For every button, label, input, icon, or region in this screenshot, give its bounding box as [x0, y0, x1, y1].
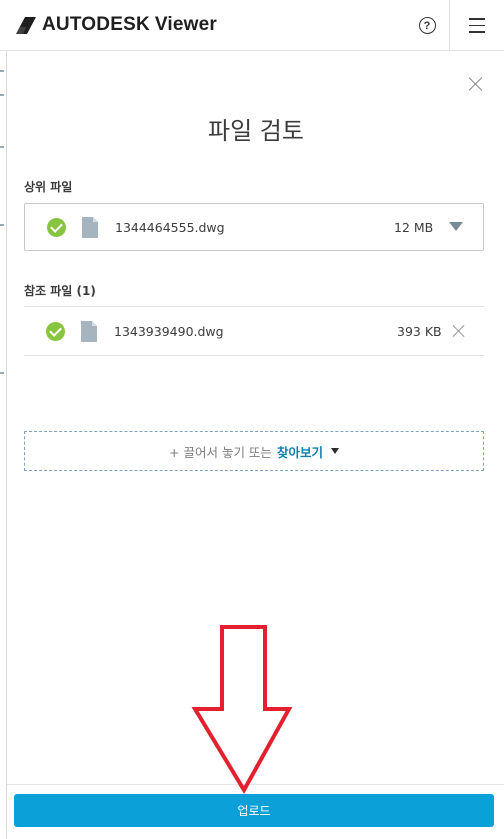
hamburger-icon — [469, 18, 485, 20]
help-button[interactable]: ? — [405, 0, 449, 51]
browse-link[interactable]: 찾아보기 — [277, 442, 323, 461]
close-icon[interactable] — [467, 75, 485, 93]
footer-divider — [7, 784, 504, 785]
parent-file-label: 상위 파일 — [24, 180, 73, 194]
menu-button[interactable] — [450, 0, 504, 51]
file-dropzone[interactable]: + 끌어서 놓기 또는 찾아보기 — [24, 431, 484, 471]
autodesk-logo: AUTODESK Viewer — [16, 14, 217, 36]
reference-file-row: 1343939490.dwg 393 KB — [24, 306, 484, 356]
autodesk-logo-mark-icon — [16, 16, 36, 34]
reference-file-name: 1343939490.dwg — [114, 323, 224, 339]
document-icon — [81, 320, 97, 342]
caret-down-icon[interactable] — [330, 448, 339, 454]
parent-file-row[interactable]: 1344464555.dwg 12 MB — [24, 203, 484, 251]
brand-name: AUTODESK — [42, 14, 150, 35]
help-icon: ? — [418, 17, 436, 34]
parent-file-name: 1344464555.dwg — [115, 219, 225, 235]
app-header: AUTODESK Viewer ? — [0, 0, 504, 51]
parent-file-size: 12 MB — [394, 219, 434, 235]
upload-button[interactable]: 업로드 — [14, 794, 494, 827]
check-circle-icon — [46, 321, 65, 341]
product-name: Viewer — [154, 14, 217, 35]
reference-files-label: 참조 파일 (1) — [24, 284, 96, 298]
check-circle-icon — [47, 217, 66, 237]
chevron-down-icon[interactable] — [449, 222, 463, 232]
dropzone-text: + 끌어서 놓기 또는 — [169, 444, 272, 460]
remove-file-icon[interactable] — [452, 324, 466, 338]
reference-file-size: 393 KB — [397, 323, 442, 339]
review-files-dialog: 파일 검토 상위 파일 1344464555.dwg 12 MB 참조 파일 (… — [6, 51, 504, 839]
document-icon — [82, 216, 98, 238]
dialog-title: 파일 검토 — [208, 117, 304, 145]
